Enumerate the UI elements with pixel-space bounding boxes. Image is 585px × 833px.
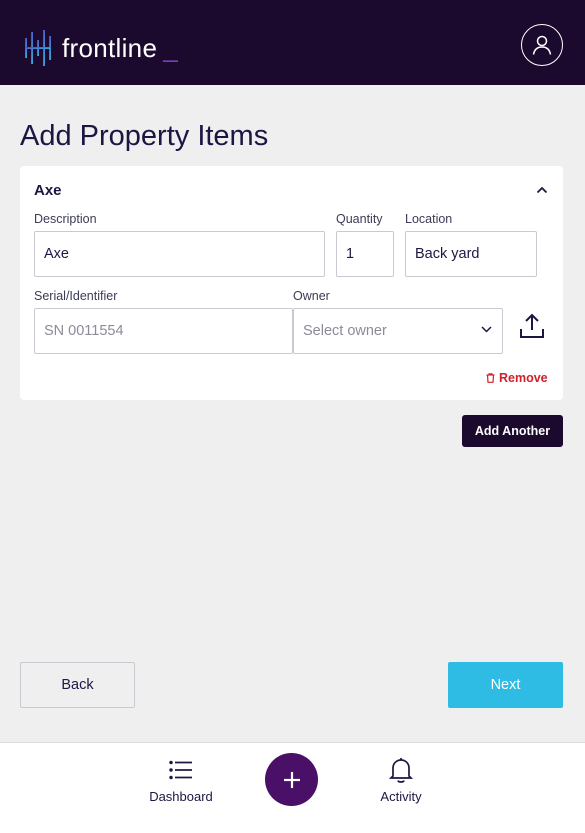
nav-dashboard-label: Dashboard bbox=[149, 789, 213, 804]
upload-icon bbox=[520, 313, 544, 338]
list-icon bbox=[169, 760, 192, 780]
serial-field[interactable]: SN 0011554 bbox=[34, 308, 293, 354]
frontline-logo[interactable]: frontline _ bbox=[22, 28, 178, 68]
logo-mark-icon bbox=[25, 30, 51, 66]
page-title: Add Property Items bbox=[20, 120, 269, 152]
remove-item-button[interactable]: Remove bbox=[486, 371, 548, 385]
trash-icon bbox=[486, 373, 495, 383]
user-avatar-button[interactable] bbox=[521, 24, 563, 66]
app-header: frontline _ bbox=[0, 0, 585, 85]
chevron-down-icon bbox=[481, 326, 492, 333]
remove-label: Remove bbox=[499, 371, 548, 385]
logo-cursor: _ bbox=[163, 32, 178, 63]
location-label: Location bbox=[405, 212, 453, 226]
description-field[interactable]: Axe bbox=[34, 231, 325, 277]
collapse-button[interactable] bbox=[534, 182, 550, 198]
quantity-label: Quantity bbox=[336, 212, 383, 226]
chevron-up-icon bbox=[536, 186, 548, 194]
back-button[interactable]: Back bbox=[20, 662, 135, 708]
bottom-navigation: Dashboard Activity bbox=[0, 742, 585, 833]
bell-icon bbox=[389, 758, 413, 783]
owner-select[interactable]: Select owner bbox=[293, 308, 503, 354]
serial-label: Serial/Identifier bbox=[34, 289, 118, 303]
location-field[interactable]: Back yard bbox=[405, 231, 537, 277]
next-button[interactable]: Next bbox=[448, 662, 563, 708]
owner-select-value: Select owner bbox=[303, 323, 387, 339]
item-card-title: Axe bbox=[34, 182, 62, 199]
user-icon bbox=[532, 35, 552, 55]
logo-text: frontline bbox=[62, 32, 158, 63]
owner-label: Owner bbox=[293, 289, 330, 303]
description-label: Description bbox=[34, 212, 97, 226]
add-another-button[interactable]: Add Another bbox=[462, 415, 563, 447]
nav-item-activity[interactable]: Activity bbox=[371, 755, 431, 804]
nav-activity-label: Activity bbox=[380, 789, 422, 804]
quantity-field[interactable]: 1 bbox=[336, 231, 394, 277]
property-item-card: Axe Description Axe Quantity 1 Location … bbox=[20, 166, 563, 400]
nav-item-dashboard[interactable]: Dashboard bbox=[144, 755, 218, 804]
add-fab-button[interactable] bbox=[265, 753, 318, 806]
plus-icon bbox=[283, 771, 300, 788]
upload-button[interactable] bbox=[516, 310, 548, 342]
